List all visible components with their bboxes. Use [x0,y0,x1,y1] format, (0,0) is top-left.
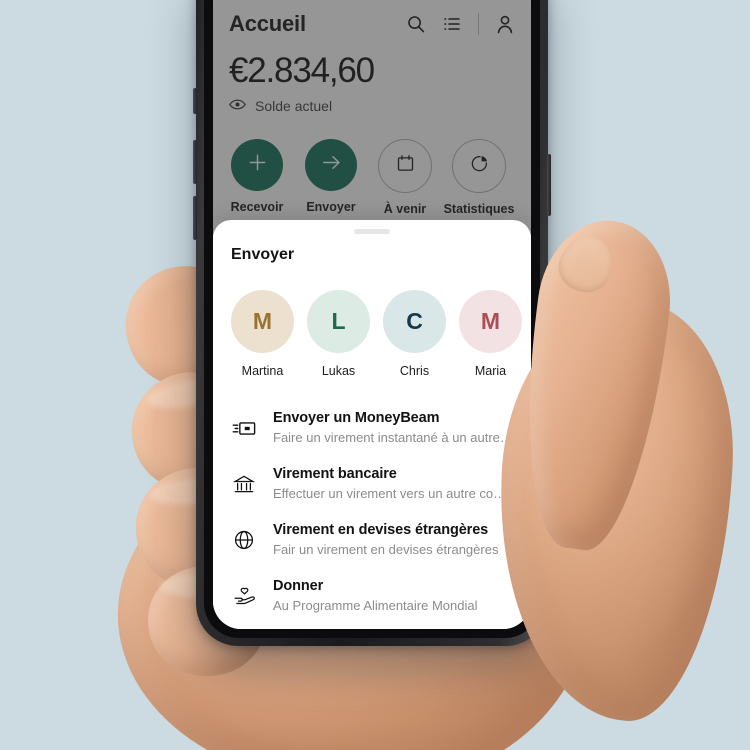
option-title: Donner [273,578,324,594]
recent-contacts: M Martina L Lukas C Chris M Maria [231,290,522,378]
scene: Accueil [0,0,750,750]
globe-icon [231,522,257,555]
option-subtitle: Faire un virement instantané à un autre … [273,430,513,445]
volume-down-button[interactable] [193,196,197,240]
avatar: M [231,290,294,353]
contact-name: Martina [241,364,284,378]
contact-item[interactable]: C Chris [383,290,446,378]
avatar: M [459,290,522,353]
thumb-nail [551,228,621,300]
sheet-drag-handle[interactable] [354,229,390,234]
contact-name: Chris [399,364,430,378]
volume-up-button[interactable] [193,140,197,184]
option-title: Virement bancaire [273,466,397,482]
avatar: L [307,290,370,353]
contact-name: Lukas [321,364,356,378]
moneybeam-icon [231,410,257,443]
option-text: Virement bancaire Effectuer un virement … [273,466,513,501]
option-title: Envoyer un MoneyBeam [273,410,440,426]
bank-icon [231,466,257,499]
contact-item[interactable]: L Lukas [307,290,370,378]
option-moneybeam[interactable]: Envoyer un MoneyBeam Faire un virement i… [231,399,513,455]
option-bank-transfer[interactable]: Virement bancaire Effectuer un virement … [231,455,513,511]
option-subtitle: Au Programme Alimentaire Mondial [273,598,478,613]
heart-hand-icon [231,578,257,611]
option-text: Donner Au Programme Alimentaire Mondial [273,578,513,613]
option-subtitle: Fair un virement en devises étrangères [273,542,499,557]
contact-name: Maria [474,364,507,378]
option-foreign-currency[interactable]: Virement en devises étrangères Fair un v… [231,511,513,567]
phone-screen: Accueil [213,0,531,629]
option-text: Envoyer un MoneyBeam Faire un virement i… [273,410,513,445]
modal-scrim[interactable] [213,0,531,235]
contact-item[interactable]: M Martina [231,290,294,378]
option-title: Virement en devises étrangères [273,522,489,538]
send-options-list: Envoyer un MoneyBeam Faire un virement i… [231,399,513,623]
power-button[interactable] [547,154,551,216]
smartphone: Accueil [193,0,551,646]
option-text: Virement en devises étrangères Fair un v… [273,522,513,557]
avatar: C [383,290,446,353]
silent-switch[interactable] [193,88,197,114]
contact-item[interactable]: M Maria [459,290,522,378]
send-bottom-sheet: Envoyer M Martina L Lukas C Chris M Mari… [213,220,531,629]
option-subtitle: Effectuer un virement vers un autre comp… [273,486,513,501]
option-donate[interactable]: Donner Au Programme Alimentaire Mondial [231,567,513,623]
sheet-title: Envoyer [231,246,295,263]
